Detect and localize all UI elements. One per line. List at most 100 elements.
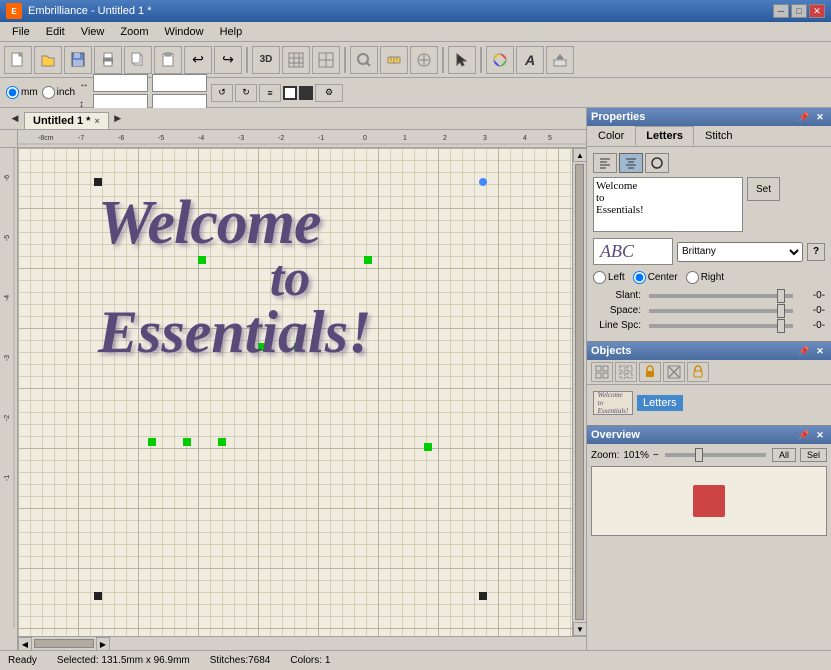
menu-zoom[interactable]: Zoom [112, 24, 156, 40]
color-swatch[interactable] [283, 86, 297, 100]
align-right-button[interactable] [645, 153, 669, 173]
zoom-button[interactable] [350, 46, 378, 74]
scroll-right-button[interactable]: ▶ [96, 637, 110, 650]
unit-mm-label[interactable]: mm [6, 86, 38, 99]
tab-stitch[interactable]: Stitch [694, 126, 744, 146]
view2-button[interactable] [312, 46, 340, 74]
print-button[interactable] [94, 46, 122, 74]
close-button[interactable]: ✕ [809, 4, 825, 18]
slant-thumb[interactable] [777, 289, 785, 303]
menu-help[interactable]: Help [212, 24, 251, 40]
maximize-button[interactable]: □ [791, 4, 807, 18]
objects-close-icon[interactable]: ✕ [813, 344, 827, 358]
properties-close-icon[interactable]: ✕ [813, 110, 827, 124]
tab-color[interactable]: Color [587, 126, 635, 146]
objects-pin-icon[interactable]: 📌 [797, 344, 811, 358]
handle-tr[interactable] [479, 178, 487, 186]
unit-mm-radio[interactable] [6, 86, 19, 99]
overview-sel-button[interactable]: Sel [800, 448, 827, 462]
measure-button[interactable] [380, 46, 408, 74]
color-wheel-button[interactable] [486, 46, 514, 74]
linespace-thumb[interactable] [777, 319, 785, 333]
overview-zoom-minus[interactable]: − [653, 450, 659, 461]
horizontal-scrollbar[interactable]: ◀ ▶ [18, 636, 586, 650]
x-coord-input[interactable]: 131.55 [93, 74, 148, 92]
align-left-radio-label[interactable]: Left [593, 271, 625, 284]
overview-all-button[interactable]: All [772, 448, 796, 462]
align-left-radio[interactable] [593, 271, 606, 284]
align-center-button[interactable] [619, 153, 643, 173]
space-track[interactable] [649, 309, 793, 313]
color-settings-button[interactable]: ⚙ [315, 84, 343, 102]
canvas-scroll[interactable]: Welcome to Essentials! [18, 148, 572, 636]
scroll-left-button[interactable]: ◀ [18, 637, 32, 650]
save-button[interactable] [64, 46, 92, 74]
text-input[interactable] [593, 177, 743, 232]
copy-button[interactable] [124, 46, 152, 74]
align-right-radio[interactable] [686, 271, 699, 284]
object-item-letters[interactable]: WelcometoEssentials! Letters [591, 389, 827, 417]
unit-inch-label[interactable]: inch [42, 86, 75, 99]
tab-scroll-right[interactable]: ▶ [111, 108, 125, 129]
handle-green8[interactable] [424, 443, 432, 451]
tab-letters[interactable]: Letters [635, 126, 694, 146]
title-bar-controls[interactable]: ─ □ ✕ [773, 4, 825, 18]
align-left-button[interactable] [593, 153, 617, 173]
open-button[interactable] [34, 46, 62, 74]
properties-pin-icon[interactable]: 📌 [797, 110, 811, 124]
obj-lock-button[interactable] [639, 362, 661, 382]
zoom-thumb[interactable] [695, 448, 703, 462]
scroll-thumb-h[interactable] [34, 639, 94, 648]
handle-green5[interactable] [148, 438, 156, 446]
scroll-down-button[interactable]: ▼ [573, 622, 586, 636]
align-center-radio[interactable] [633, 271, 646, 284]
zoom-track[interactable] [665, 453, 766, 457]
scroll-up-button[interactable]: ▲ [573, 148, 586, 162]
overview-close-icon[interactable]: ✕ [813, 428, 827, 442]
set-button[interactable]: Set [747, 177, 780, 201]
color-swatch2[interactable] [299, 86, 313, 100]
undo-button[interactable]: ↩ [184, 46, 212, 74]
text-button[interactable]: A [516, 46, 544, 74]
menu-view[interactable]: View [73, 24, 113, 40]
handle-bl[interactable] [94, 592, 102, 600]
rotate-right-button[interactable]: ↻ [235, 84, 257, 102]
font-select[interactable]: Brittany [677, 242, 803, 262]
redo-button[interactable]: ↪ [214, 46, 242, 74]
handle-green6[interactable] [183, 438, 191, 446]
tab-close-button[interactable]: × [94, 116, 99, 126]
handle-br[interactable] [479, 592, 487, 600]
transform-options-button[interactable]: ≡ [259, 84, 281, 102]
grid-button[interactable] [282, 46, 310, 74]
overview-pin-icon[interactable]: 📌 [797, 428, 811, 442]
scroll-thumb-v[interactable] [575, 164, 584, 620]
tab-scroll-left[interactable]: ◀ [8, 108, 22, 129]
paste-button[interactable] [154, 46, 182, 74]
linespace-track[interactable] [649, 324, 793, 328]
space-thumb[interactable] [777, 304, 785, 318]
transform-button[interactable] [410, 46, 438, 74]
main-tab[interactable]: Untitled 1 * × [24, 112, 109, 129]
handle-green7[interactable] [218, 438, 226, 446]
unit-inch-radio[interactable] [42, 86, 55, 99]
vertical-scrollbar[interactable]: ▲ ▼ [572, 148, 586, 636]
minimize-button[interactable]: ─ [773, 4, 789, 18]
select-button[interactable] [448, 46, 476, 74]
rotate-left-button[interactable]: ↺ [211, 84, 233, 102]
handle-tl[interactable] [94, 178, 102, 186]
menu-window[interactable]: Window [156, 24, 211, 40]
3d-button[interactable]: 3D [252, 46, 280, 74]
new-button[interactable] [4, 46, 32, 74]
obj-delete-button[interactable] [663, 362, 685, 382]
obj-ungroup-button[interactable] [615, 362, 637, 382]
export-button[interactable] [546, 46, 574, 74]
zoom1-input[interactable]: 116.3% [152, 74, 207, 92]
menu-file[interactable]: File [4, 24, 38, 40]
slant-track[interactable] [649, 294, 793, 298]
obj-group-button[interactable] [591, 362, 613, 382]
help-button[interactable]: ? [807, 243, 825, 261]
menu-edit[interactable]: Edit [38, 24, 73, 40]
align-center-radio-label[interactable]: Center [633, 271, 678, 284]
obj-lock2-button[interactable] [687, 362, 709, 382]
align-right-radio-label[interactable]: Right [686, 271, 724, 284]
